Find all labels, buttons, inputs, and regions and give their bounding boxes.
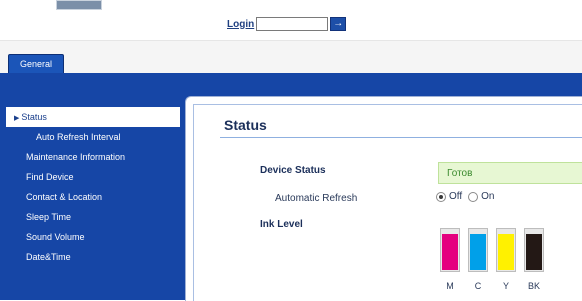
radio-off[interactable] <box>436 191 446 202</box>
ink-label-bk: BK <box>527 281 540 291</box>
ink-level-label: Ink Level <box>260 219 303 230</box>
caret-right-icon: ▶ <box>14 115 20 122</box>
radio-on-label[interactable]: On <box>481 191 494 202</box>
ink-fill-cyan <box>470 234 486 270</box>
ink-gauge-magenta <box>440 228 460 272</box>
sidebar-item-date-time[interactable]: Date&Time <box>6 247 180 267</box>
automatic-refresh-label: Automatic Refresh <box>275 193 358 204</box>
sidebar: ▶ Status Auto Refresh Interval Maintenanc… <box>6 107 180 267</box>
title-divider <box>220 137 582 138</box>
login-bar: Login → <box>0 12 582 41</box>
ink-fill-magenta <box>442 234 458 270</box>
sidebar-item-contact-location[interactable]: Contact & Location <box>6 187 180 207</box>
ink-level-gauges <box>440 228 550 272</box>
sidebar-item-maintenance-information[interactable]: Maintenance Information <box>6 147 180 167</box>
ink-gauge-black <box>524 228 544 272</box>
ink-fill-yellow <box>498 234 514 270</box>
ink-label-m: M <box>446 281 454 291</box>
sidebar-item-status[interactable]: ▶ Status <box>6 107 180 127</box>
login-label[interactable]: Login <box>227 19 254 30</box>
top-strip <box>0 0 582 12</box>
login-password-input[interactable] <box>256 17 329 31</box>
login-box: Login → <box>227 16 347 32</box>
ink-gauge-cyan <box>468 228 488 272</box>
sidebar-item-sleep-time[interactable]: Sleep Time <box>6 207 180 227</box>
login-submit-arrow-icon[interactable]: → <box>330 17 347 31</box>
sidebar-item-sound-volume[interactable]: Sound Volume <box>6 227 180 247</box>
radio-on[interactable] <box>468 191 479 202</box>
ink-label-y: Y <box>502 281 509 291</box>
sidebar-item-auto-refresh-interval[interactable]: Auto Refresh Interval <box>6 127 180 147</box>
ink-fill-black <box>526 234 542 270</box>
sidebar-item-label: Status <box>21 112 47 122</box>
device-status-label: Device Status <box>260 165 326 176</box>
ink-gauge-yellow <box>496 228 516 272</box>
sidebar-item-find-device[interactable]: Find Device <box>6 167 180 187</box>
header-thumbnail <box>56 0 102 10</box>
automatic-refresh-radio-group: Off On <box>436 191 501 202</box>
page-title: Status <box>224 117 267 133</box>
tab-general[interactable]: General <box>8 54 64 74</box>
device-status-value: Готов <box>438 162 582 184</box>
ink-label-c: C <box>474 281 482 291</box>
radio-off-label[interactable]: Off <box>449 191 462 202</box>
tab-bar: General <box>0 41 582 74</box>
